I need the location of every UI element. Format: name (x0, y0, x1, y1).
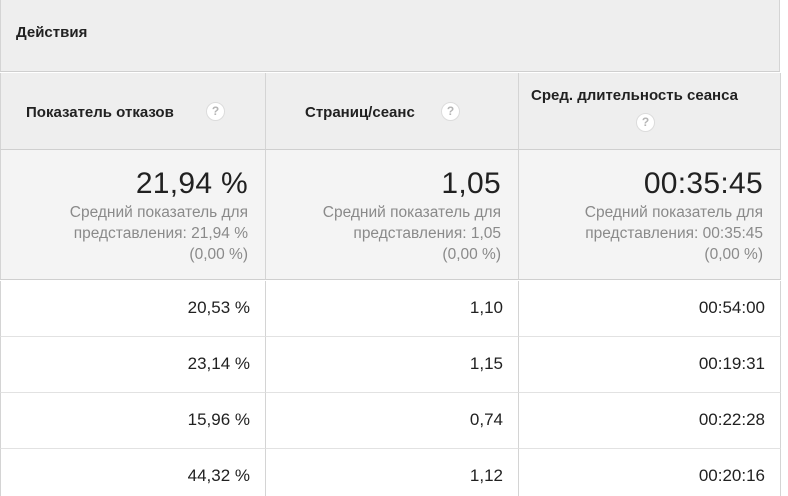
right-edge (781, 0, 788, 496)
table-cell: 00:19:31 (518, 337, 781, 393)
table-cell: 1,15 (265, 337, 518, 393)
help-icon[interactable]: ? (441, 102, 460, 121)
summary-note-line: представления: 00:35:45 (585, 225, 763, 242)
summary-note-line: (0,00 %) (189, 246, 248, 263)
summary-cell-bounce-rate: 21,94 % Средний показатель для представл… (0, 150, 265, 280)
cell-value: 1,10 (469, 298, 503, 317)
summary-note-line: представления: 1,05 (353, 225, 501, 242)
summary-cell-avg-session-duration: 00:35:45 Средний показатель для представ… (518, 150, 781, 280)
help-icon[interactable]: ? (636, 113, 655, 132)
column-header-avg-session-duration[interactable]: Сред. длительность сеанса ? (518, 73, 781, 150)
column-label-bounce-rate: Показатель отказов (26, 104, 174, 121)
table-cell: 1,10 (265, 281, 518, 337)
column-header-bounce-rate[interactable]: Показатель отказов ? (0, 73, 265, 150)
summary-note-line: (0,00 %) (704, 246, 763, 263)
summary-note-line: Средний показатель для (584, 204, 763, 221)
table-cell: 00:54:00 (518, 281, 781, 337)
cell-value: 44,32 % (187, 466, 250, 485)
table-cell: 1,12 (265, 449, 518, 496)
summary-value: 00:35:45 (643, 167, 763, 200)
table-cell: 20,53 % (0, 281, 265, 337)
summary-value: 21,94 % (135, 167, 248, 200)
cell-value: 00:22:28 (698, 410, 765, 429)
table-cell: 00:20:16 (518, 449, 781, 496)
cell-value: 15,96 % (187, 410, 250, 429)
cell-value: 23,14 % (187, 354, 250, 373)
column-label-avg-session-duration: Сред. длительность сеанса (531, 87, 738, 104)
summary-note: Средний показатель для представления: 21… (8, 202, 248, 265)
summary-note-line: представления: 21,94 % (73, 225, 248, 242)
summary-cell-pages-per-session: 1,05 Средний показатель для представлени… (265, 150, 518, 280)
group-header-row: Действия (0, 0, 780, 72)
table-cell: 00:22:28 (518, 393, 781, 449)
analytics-table: Действия Показатель отказов ? Страниц/се… (0, 0, 788, 496)
cell-value: 00:20:16 (698, 466, 765, 485)
cell-value: 1,15 (469, 354, 503, 373)
summary-note: Средний показатель для представления: 1,… (261, 202, 501, 265)
cell-value: 1,12 (469, 466, 503, 485)
table-cell: 0,74 (265, 393, 518, 449)
summary-note-line: (0,00 %) (442, 246, 501, 263)
group-title: Действия (16, 24, 88, 41)
table-cell: 23,14 % (0, 337, 265, 393)
summary-note: Средний показатель для представления: 00… (523, 202, 763, 265)
column-header-pages-per-session[interactable]: Страниц/сеанс ? (265, 73, 518, 150)
cell-value: 0,74 (469, 410, 503, 429)
summary-value: 1,05 (441, 167, 501, 200)
column-label-pages-per-session: Страниц/сеанс (305, 104, 415, 121)
summary-note-line: Средний показатель для (69, 204, 248, 221)
cell-value: 20,53 % (187, 298, 250, 317)
table-cell: 15,96 % (0, 393, 265, 449)
summary-note-line: Средний показатель для (322, 204, 501, 221)
table-cell: 44,32 % (0, 449, 265, 496)
cell-value: 00:54:00 (698, 298, 765, 317)
cell-value: 00:19:31 (698, 354, 765, 373)
help-icon[interactable]: ? (206, 102, 225, 121)
